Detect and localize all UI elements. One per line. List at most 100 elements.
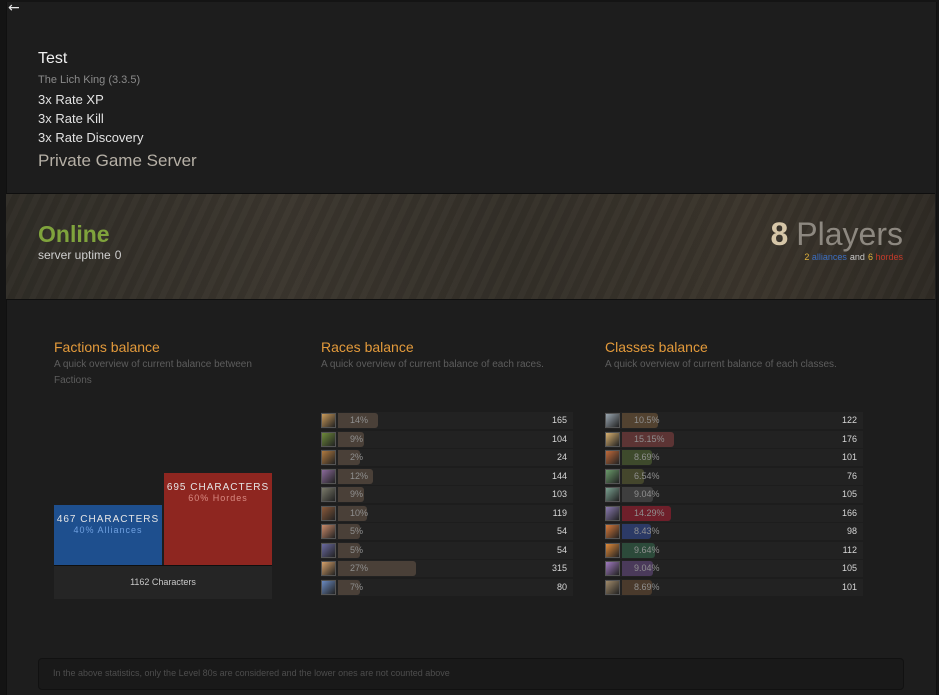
race-count: 54 — [556, 544, 567, 555]
race-percent: 10% — [350, 507, 369, 518]
rate-kill: 3x Rate Kill — [38, 111, 104, 126]
server-subtitle: Private Game Server — [38, 151, 197, 170]
classes-list: 10.5% 122 15.15% 176 8.69% 101 6.54% 76 9.04% 105… — [605, 412, 863, 597]
troll-race-icon — [321, 542, 336, 558]
race-count: 119 — [552, 507, 567, 518]
statistics-note-box: In the above statistics, only the Level … — [38, 658, 904, 690]
race-count: 104 — [551, 433, 567, 444]
server-name: Test — [38, 50, 68, 67]
race-percent: 7% — [350, 581, 364, 592]
dwarf-race-icon — [321, 450, 336, 465]
race-count: 165 — [551, 415, 567, 425]
race-row: 5% 54 — [321, 541, 573, 561]
class-row: 8.69% 101 — [605, 449, 863, 468]
horde-characters: 695 CHARACTERS — [166, 482, 270, 493]
class-percent: 9.04% — [634, 489, 660, 499]
race-count: 144 — [551, 470, 567, 481]
factions-title: Factions balance — [54, 339, 160, 355]
class-row: 15.15% 176 — [605, 430, 863, 450]
races-title: Races balance — [321, 339, 414, 355]
horde-bar: 695 CHARACTERS 60% Hordes — [164, 473, 272, 565]
paladin-class-icon — [605, 431, 620, 447]
class-percent: 8.43% — [634, 526, 660, 536]
class-count: 101 — [841, 452, 857, 462]
race-count: 24 — [556, 452, 567, 462]
players-label: Players — [796, 216, 903, 252]
class-count: 176 — [841, 433, 857, 444]
server-version: The Lich King (3.3.5) — [38, 74, 141, 86]
druid-class-icon — [605, 579, 620, 595]
class-row: 9.64% 112 — [605, 541, 863, 561]
class-count: 105 — [841, 563, 857, 573]
race-count: 103 — [551, 489, 567, 499]
class-percent: 15.15% — [634, 433, 665, 444]
server-status: Online — [38, 221, 110, 247]
alliances-count: 2 — [804, 252, 810, 262]
class-count: 105 — [841, 489, 857, 499]
race-row: 12% 144 — [321, 467, 573, 487]
uptime-label: server uptime — [38, 248, 111, 262]
blood-elf-race-icon — [321, 561, 336, 576]
race-percent: 9% — [350, 433, 364, 444]
uptime-value: 0 — [114, 248, 122, 262]
class-percent: 9.64% — [634, 544, 660, 555]
shaman-class-icon — [605, 524, 620, 539]
undead-race-icon — [321, 487, 336, 502]
class-percent: 8.69% — [634, 452, 660, 462]
faction-split: 2 alliances and 6 hordes — [804, 252, 903, 262]
alliance-characters: 467 CHARACTERS — [56, 514, 160, 525]
race-percent: 5% — [350, 544, 364, 555]
human-race-icon — [321, 413, 336, 428]
classes-desc: A quick overview of current balance of e… — [605, 359, 837, 370]
players-online: 8 Players — [771, 216, 904, 253]
night-elf-race-icon — [321, 468, 336, 484]
race-count: 80 — [556, 581, 567, 592]
mage-class-icon — [605, 542, 620, 558]
race-percent: 9% — [350, 489, 364, 499]
race-row: 10% 119 — [321, 504, 573, 524]
class-percent: 8.69% — [634, 581, 660, 592]
back-arrow-icon[interactable]: ← — [8, 0, 20, 16]
race-row: 9% 103 — [321, 486, 573, 505]
hordes-count: 6 — [867, 252, 873, 262]
race-percent: 2% — [350, 452, 364, 462]
class-row: 9.04% 105 — [605, 486, 863, 505]
race-percent: 12% — [350, 470, 369, 481]
class-count: 76 — [846, 470, 857, 481]
alliance-bar: 467 CHARACTERS 40% Alliances — [54, 505, 162, 565]
hordes-label: hordes — [875, 252, 903, 262]
class-count: 98 — [846, 526, 857, 536]
class-row: 8.69% 101 — [605, 578, 863, 598]
rate-discovery: 3x Rate Discovery — [38, 130, 144, 145]
class-count: 112 — [842, 544, 857, 555]
class-row: 10.5% 122 — [605, 412, 863, 431]
class-row: 8.43% 98 — [605, 523, 863, 542]
class-percent: 10.5% — [634, 415, 660, 425]
alliances-label: alliances — [811, 252, 847, 262]
draenei-race-icon — [321, 579, 336, 595]
warlock-class-icon — [605, 561, 620, 576]
factions-desc: A quick overview of current balance betw… — [54, 359, 252, 386]
priest-class-icon — [605, 487, 620, 502]
death-knight-class-icon — [605, 505, 620, 521]
class-row: 9.04% 105 — [605, 560, 863, 579]
race-row: 5% 54 — [321, 523, 573, 542]
gnome-race-icon — [321, 524, 336, 539]
race-percent: 5% — [350, 526, 364, 536]
statistics-note: In the above statistics, only the Level … — [53, 668, 450, 678]
alliance-percent: 40% Alliances — [73, 525, 143, 535]
races-desc: A quick overview of current balance of e… — [321, 359, 544, 370]
orc-race-icon — [321, 431, 336, 447]
class-count: 166 — [841, 507, 857, 518]
warrior-class-icon — [605, 413, 620, 428]
race-row: 9% 104 — [321, 430, 573, 450]
race-row: 2% 24 — [321, 449, 573, 468]
horde-percent: 60% Hordes — [188, 493, 248, 503]
and-label: and — [849, 252, 865, 262]
factions-chart: 467 CHARACTERS 40% Alliances 695 CHARACT… — [54, 473, 272, 599]
rogue-class-icon — [605, 468, 620, 484]
class-percent: 6.54% — [634, 470, 660, 481]
class-row: 14.29% 166 — [605, 504, 863, 524]
class-percent: 14.29% — [634, 507, 665, 518]
server-uptime: server uptime 0 — [38, 248, 121, 262]
